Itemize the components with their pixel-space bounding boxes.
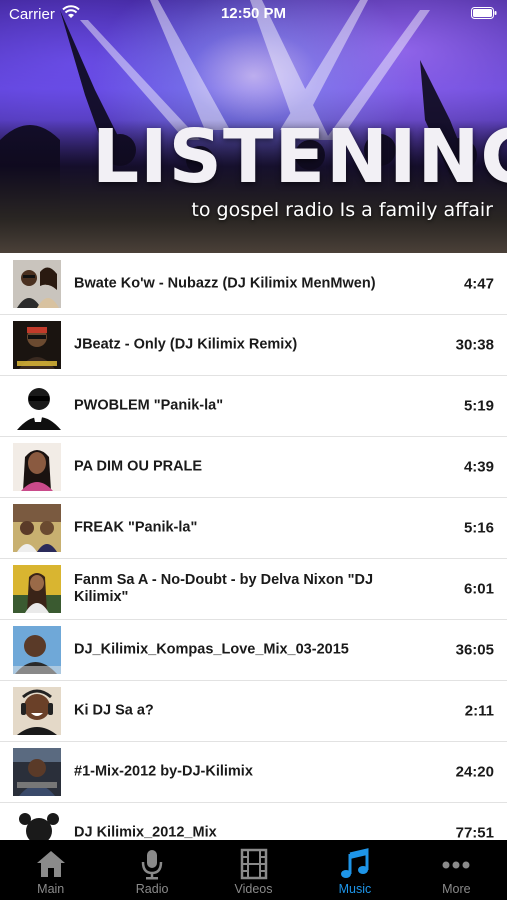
track-thumbnail [13, 809, 61, 840]
track-row[interactable]: Ki DJ Sa a? 2:11 [0, 681, 507, 742]
track-title: PA DIM OU PRALE [74, 458, 203, 475]
track-duration: 4:47 [463, 275, 494, 293]
microphone-icon [141, 850, 163, 880]
track-thumbnail [13, 260, 61, 308]
track-thumbnail [13, 321, 61, 369]
track-title: #1-Mix-2012 by-DJ-Kilimix [74, 763, 253, 780]
film-icon [240, 848, 267, 880]
track-title: DJ Kilimix_2012_Mix [74, 824, 217, 841]
status-clock: 12:50 PM [220, 5, 287, 22]
track-title: DJ_Kilimix_Kompas_Love_Mix_03-2015 [74, 641, 349, 658]
track-thumbnail [13, 504, 61, 552]
tab-label: More [442, 882, 471, 896]
banner-title: LISTENING [92, 114, 507, 200]
track-row[interactable]: PA DIM OU PRALE 4:39 [0, 437, 507, 498]
banner-subtitle: to gospel radio Is a family affair [191, 199, 493, 221]
tab-more[interactable]: More [406, 840, 507, 900]
track-title: FREAK "Panik-la" [74, 519, 198, 536]
track-thumbnail [13, 565, 61, 613]
track-duration: 5:19 [463, 397, 494, 415]
track-duration: 24:20 [455, 763, 494, 781]
track-row[interactable]: DJ Kilimix_2012_Mix 77:51 [0, 803, 507, 840]
music-note-icon [340, 848, 369, 878]
more-icon [442, 861, 470, 869]
track-thumbnail [13, 626, 61, 674]
track-duration: 5:16 [463, 519, 494, 537]
tab-videos[interactable]: Videos [203, 840, 304, 900]
tab-radio[interactable]: Radio [101, 840, 202, 900]
track-duration: 6:01 [463, 580, 494, 598]
track-row[interactable]: #1-Mix-2012 by-DJ-Kilimix 24:20 [0, 742, 507, 803]
tab-music[interactable]: Music [304, 840, 405, 900]
track-duration: 77:51 [455, 824, 494, 841]
track-row[interactable]: Bwate Ko'w - Nubazz (DJ Kilimix MenMwen)… [0, 254, 507, 315]
track-row[interactable]: PWOBLEM "Panik-la" 5:19 [0, 376, 507, 437]
track-row[interactable]: FREAK "Panik-la" 5:16 [0, 498, 507, 559]
tab-label: Videos [234, 882, 273, 896]
track-thumbnail [13, 382, 61, 430]
track-duration: 30:38 [455, 336, 494, 354]
track-duration: 36:05 [455, 641, 494, 659]
track-row[interactable]: JBeatz - Only (DJ Kilimix Remix) 30:38 [0, 315, 507, 376]
track-title: Ki DJ Sa a? [74, 702, 154, 719]
track-title: Fanm Sa A - No-Doubt - by Delva Nixon "D… [74, 572, 374, 605]
header-banner: LISTENING to gospel radio Is a family af… [0, 0, 507, 253]
tab-label: Radio [135, 882, 169, 896]
tab-bar: Main Radio Videos Music More [0, 840, 507, 900]
track-title: Bwate Ko'w - Nubazz (DJ Kilimix MenMwen) [74, 275, 376, 292]
track-duration: 4:39 [463, 458, 494, 476]
track-thumbnail [13, 443, 61, 491]
tab-main[interactable]: Main [0, 840, 101, 900]
track-thumbnail [13, 687, 61, 735]
track-row[interactable]: Fanm Sa A - No-Doubt - by Delva Nixon "D… [0, 559, 507, 620]
tab-label: Main [37, 882, 65, 896]
tab-label: Music [338, 882, 372, 896]
track-title: PWOBLEM "Panik-la" [74, 397, 224, 414]
track-thumbnail [13, 748, 61, 796]
track-list[interactable]: Bwate Ko'w - Nubazz (DJ Kilimix MenMwen)… [0, 254, 507, 840]
track-duration: 2:11 [464, 702, 494, 720]
track-title: JBeatz - Only (DJ Kilimix Remix) [74, 336, 298, 353]
home-icon [36, 851, 65, 877]
track-row[interactable]: DJ_Kilimix_Kompas_Love_Mix_03-2015 36:05 [0, 620, 507, 681]
battery-icon [471, 7, 497, 19]
status-bar: Carrier 12:50 PM [0, 0, 507, 28]
